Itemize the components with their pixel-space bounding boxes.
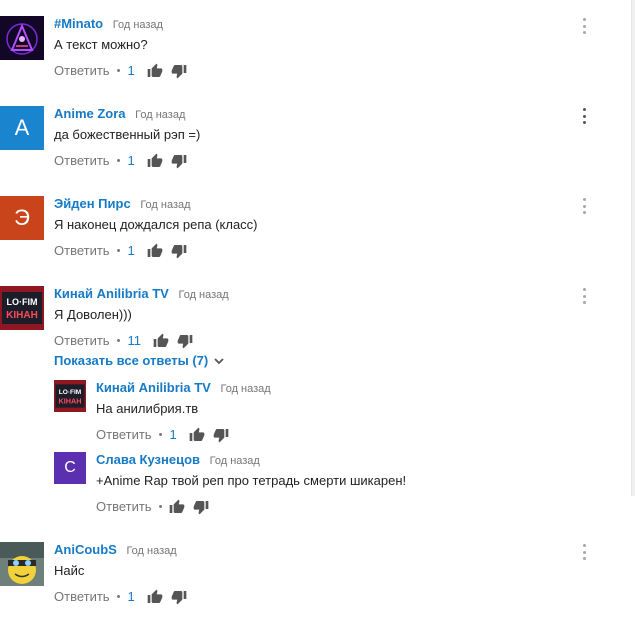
thumb-up-icon[interactable] [147,63,163,79]
thumb-down-icon[interactable] [213,427,229,443]
thumb-down-icon[interactable] [171,63,187,79]
comment-timestamp[interactable]: Год назад [178,289,228,301]
avatar-letter: С [64,459,76,476]
comment-timestamp[interactable]: Год назад [140,199,190,211]
avatar-letter: А [14,115,30,140]
thumb-down-icon[interactable] [193,499,209,515]
comment-author[interactable]: Эйден Пирс [54,196,131,211]
reply-button[interactable]: Ответить [54,152,110,170]
like-count: 1 [127,243,135,258]
separator-dot: • [116,591,121,603]
thumb-up-icon[interactable] [147,153,163,169]
separator-dot: • [116,245,121,257]
comment-timestamp[interactable]: Год назад [135,109,185,121]
avatar[interactable] [0,542,44,586]
thumb-up-icon[interactable] [147,243,163,259]
reply-author[interactable]: Слава Кузнецов [96,452,200,467]
more-vert-icon[interactable] [580,288,588,304]
separator-dot: • [158,429,163,441]
svg-text:LO·FIM: LO·FIM [59,389,82,396]
more-vert-icon[interactable] [580,198,588,214]
comment-thread: А Anime Zora Год назад да божественный р… [0,106,630,169]
like-count: 1 [169,427,177,442]
avatar[interactable] [0,16,44,60]
reply-text: +Anime Rap твой реп про тетрадь смерти ш… [96,473,407,488]
thumb-down-icon[interactable] [177,333,193,349]
scrollbar[interactable] [631,0,635,496]
separator-dot: • [116,335,121,347]
thumb-down-icon[interactable] [171,243,187,259]
thumb-down-icon[interactable] [171,153,187,169]
avatar[interactable]: LO·FIM KIHAH [0,286,44,330]
reply-button[interactable]: Ответить [54,588,110,606]
comment-text: Я наконец дождался репа (класс) [54,217,258,232]
separator-dot: • [116,155,121,167]
avatar-letter: Э [14,205,30,230]
svg-text:KIHAH: KIHAH [6,310,38,321]
comment-text: да божественный рэп =) [54,127,201,142]
svg-text:LO·FIM: LO·FIM [7,297,38,307]
like-count: 1 [127,589,135,604]
comment-thread: Э Эйден Пирс Год назад Я наконец дождалс… [0,196,630,259]
thumb-up-icon[interactable] [147,589,163,605]
comments-section: #Minato Год назад А текст можно? Ответит… [0,0,635,624]
reply-timestamp[interactable]: Год назад [210,455,260,467]
more-vert-icon[interactable] [580,18,588,34]
thumb-up-icon[interactable] [189,427,205,443]
show-replies-button[interactable]: Показать все ответы (7) [54,353,225,369]
more-vert-icon[interactable] [580,544,588,560]
comment-thread: LO·FIM KIHAH Кинай Anilibria TV Год наза… [0,286,630,349]
comment-timestamp[interactable]: Год назад [113,19,163,31]
svg-text:KIHAH: KIHAH [58,396,81,405]
reply-item: С Слава Кузнецов Год назад +Anime Rap тв… [54,452,630,515]
comment-thread: #Minato Год назад А текст можно? Ответит… [0,16,630,79]
thumb-down-icon[interactable] [171,589,187,605]
reply-author[interactable]: Кинай Anilibria TV [96,380,211,395]
reply-item: LO·FIM KIHAH Кинай Anilibria TV Год наза… [54,380,630,443]
separator-dot: • [116,65,121,77]
avatar[interactable]: LO·FIM KIHAH [54,380,86,412]
comment-author[interactable]: AniCoubS [54,542,117,557]
reply-button[interactable]: Ответить [96,498,152,516]
comment-author[interactable]: Anime Zora [54,106,126,121]
like-count: 1 [127,153,135,168]
show-replies-label: Показать все ответы (7) [54,353,209,368]
comment-text: Я Доволен))) [54,307,132,322]
comment-thread: AniCoubS Год назад Найс Ответить • 1 [0,542,630,605]
like-count: 11 [127,333,141,348]
comment-text: Найс [54,563,85,578]
reply-button[interactable]: Ответить [96,426,152,444]
avatar[interactable]: А [0,106,44,150]
reply-button[interactable]: Ответить [54,332,110,350]
comment-text: А текст можно? [54,37,148,52]
avatar[interactable]: Э [0,196,44,240]
chevron-down-icon [213,355,225,367]
thumb-up-icon[interactable] [153,333,169,349]
like-count: 1 [127,63,135,78]
separator-dot: • [158,501,163,513]
comment-author[interactable]: Кинай Anilibria TV [54,286,169,301]
more-vert-icon[interactable] [580,108,588,124]
comment-author[interactable]: #Minato [54,16,103,31]
reply-button[interactable]: Ответить [54,242,110,260]
avatar[interactable]: С [54,452,86,484]
reply-timestamp[interactable]: Год назад [220,383,270,395]
reply-text: На анилибрия.тв [96,401,199,416]
reply-button[interactable]: Ответить [54,62,110,80]
comment-timestamp[interactable]: Год назад [126,545,176,557]
thumb-up-icon[interactable] [169,499,185,515]
